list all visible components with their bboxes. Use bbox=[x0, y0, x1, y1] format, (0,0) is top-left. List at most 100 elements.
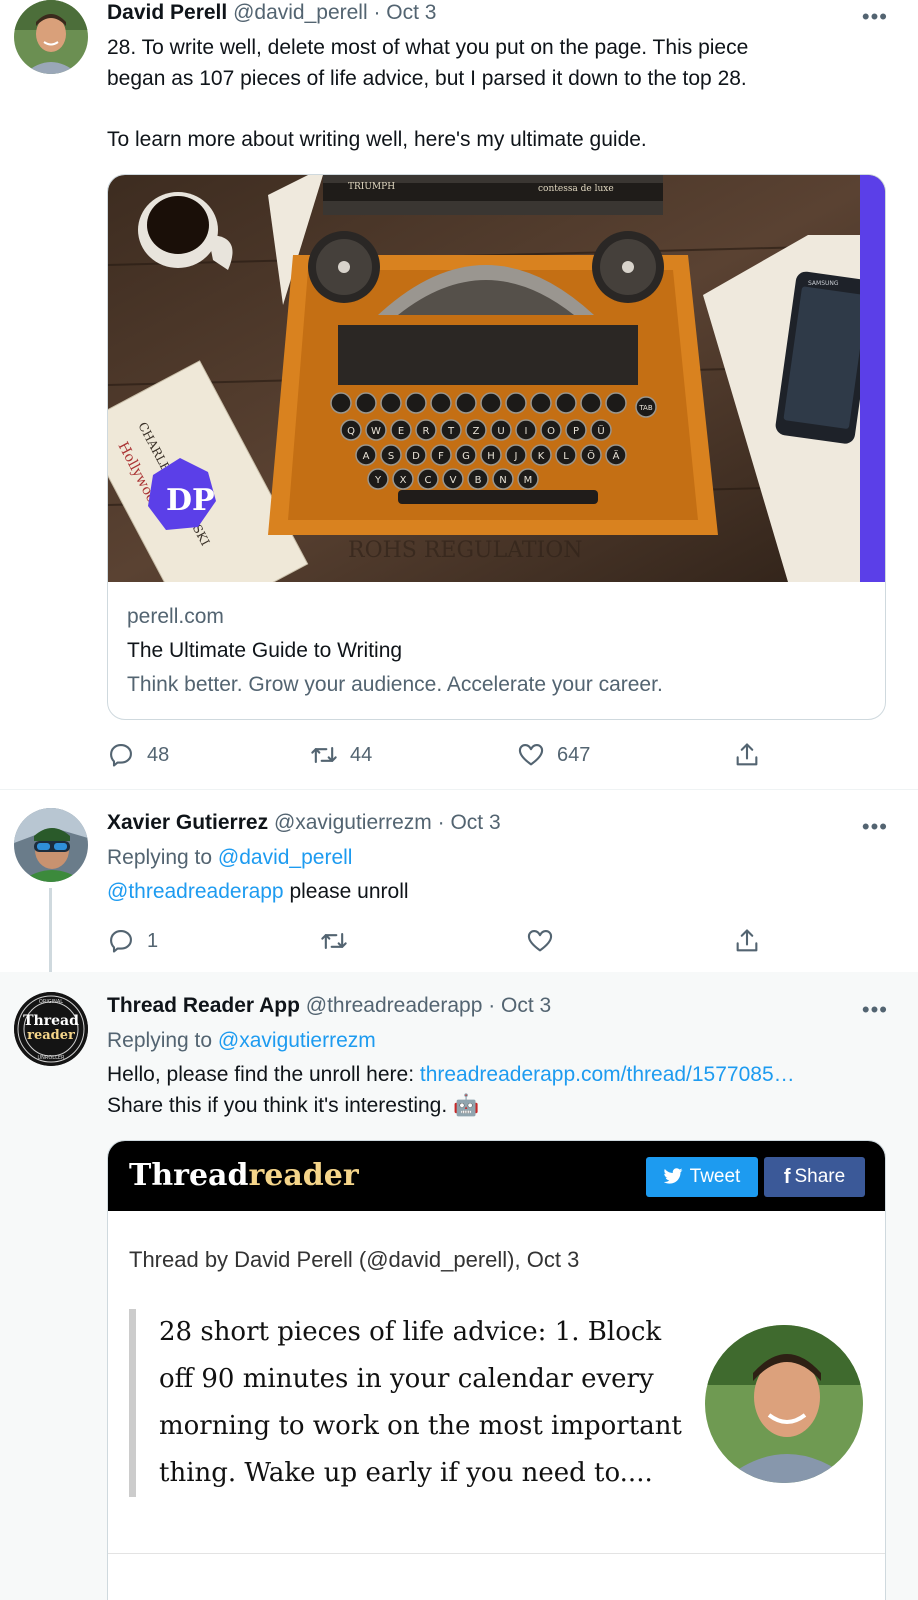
typewriter-key bbox=[580, 392, 602, 414]
tab-key-label: TAB bbox=[638, 404, 653, 412]
more-options-icon[interactable]: ••• bbox=[862, 997, 888, 1023]
share-button[interactable] bbox=[733, 924, 761, 958]
retweet-button[interactable] bbox=[320, 924, 348, 958]
reply-button[interactable]: 1 bbox=[107, 924, 158, 958]
typewriter-key-label: J bbox=[514, 451, 518, 462]
card-domain: perell.com bbox=[127, 605, 224, 628]
logo-reader: reader bbox=[248, 1158, 359, 1193]
more-options-icon[interactable]: ••• bbox=[862, 4, 888, 30]
quote-line-2: off 90 minutes in your calendar every bbox=[159, 1364, 654, 1394]
typewriter-key-label: K bbox=[538, 451, 545, 462]
mention-link[interactable]: @threadreaderapp bbox=[107, 880, 284, 903]
replying-to-handle[interactable]: @xavigutierrezm bbox=[218, 1029, 376, 1052]
facebook-share-button[interactable]: f Share bbox=[764, 1157, 865, 1197]
typewriter-key-label: F bbox=[438, 451, 444, 462]
typewriter-key bbox=[555, 392, 577, 414]
robot-emoji-icon: 🤖 bbox=[453, 1094, 480, 1117]
tweet-text-line-2: Share this if you think it's interesting… bbox=[107, 1090, 479, 1121]
retweet-button[interactable]: 44 bbox=[310, 738, 372, 772]
author-handle-date[interactable]: @xavigutierrezm · Oct 3 bbox=[274, 811, 501, 834]
typewriter-key-label: U bbox=[497, 426, 504, 437]
typewriter-key-label: H bbox=[487, 451, 495, 462]
typewriter-key bbox=[405, 392, 427, 414]
link-card[interactable]: CHARLES BUKOWSKI Hollywood DP TRIUMPH co… bbox=[107, 174, 886, 720]
reply-icon bbox=[110, 744, 132, 767]
thread-byline: Thread by David Perell (@david_perell), … bbox=[129, 1247, 580, 1272]
typewriter-key bbox=[480, 392, 502, 414]
author-name[interactable]: David Perell bbox=[107, 1, 227, 24]
reply-button[interactable]: 48 bbox=[107, 738, 169, 772]
typewriter-key-label: I bbox=[525, 426, 528, 437]
thread-reader-logo: Threadreader bbox=[129, 1158, 359, 1193]
avatar-text-1: Thread bbox=[23, 1013, 79, 1029]
reply-icon bbox=[110, 930, 132, 953]
typewriter-key-label: V bbox=[450, 475, 457, 486]
replying-to: Replying to @david_perell bbox=[107, 842, 352, 873]
typewriter-key-label: A bbox=[363, 451, 370, 462]
typewriter-key bbox=[330, 392, 352, 414]
author-handle-date[interactable]: @threadreaderapp · Oct 3 bbox=[306, 994, 551, 1017]
typewriter-key-label: T bbox=[447, 426, 455, 437]
typewriter-key-label: X bbox=[400, 475, 407, 486]
avatar-text-2: reader bbox=[27, 1028, 75, 1043]
author-name[interactable]: Thread Reader App bbox=[107, 994, 300, 1017]
typewriter-key-label: D bbox=[412, 451, 420, 462]
typewriter-key bbox=[455, 392, 477, 414]
unroll-link[interactable]: threadreaderapp.com/thread/1577085… bbox=[420, 1063, 795, 1086]
tweet-david-perell: David Perell @david_perell · Oct 3 ••• 2… bbox=[0, 0, 918, 790]
more-options-icon[interactable]: ••• bbox=[862, 814, 888, 840]
typewriter-key-label: Ö bbox=[587, 449, 595, 462]
share-button-label: Share bbox=[794, 1166, 846, 1187]
typewriter-key bbox=[355, 392, 377, 414]
typewriter-key-label: G bbox=[462, 451, 470, 462]
author-name[interactable]: Xavier Gutierrez bbox=[107, 811, 268, 834]
typewriter-key-label: E bbox=[398, 426, 404, 437]
typewriter-model: contessa de luxe bbox=[538, 184, 614, 194]
thread-author-photo bbox=[705, 1325, 863, 1483]
retweet-icon bbox=[321, 932, 347, 950]
quote-line-3: morning to work on the most important bbox=[159, 1411, 682, 1441]
avatar-david-perell[interactable] bbox=[14, 0, 88, 74]
typewriter-key-label: M bbox=[524, 475, 533, 486]
like-button[interactable]: 647 bbox=[517, 738, 590, 772]
typewriter-key-label: S bbox=[388, 451, 394, 462]
tweet-text-line-2: began as 107 pieces of life advice, but … bbox=[107, 67, 747, 90]
tweet-thread-reader-app: ORIGINAL Thread reader UNROLLER Thread R… bbox=[0, 972, 918, 1600]
typewriter-key bbox=[430, 392, 452, 414]
tweet-actions: 1 bbox=[107, 924, 767, 958]
typewriter-key-label: B bbox=[475, 475, 482, 486]
typewriter-key bbox=[530, 392, 552, 414]
tweet-header: Xavier Gutierrez @xavigutierrezm · Oct 3 bbox=[107, 811, 501, 835]
avatar-ring-bottom: UNROLLER bbox=[37, 1055, 65, 1061]
tweet-button-label: Tweet bbox=[689, 1166, 741, 1187]
thread-quote: 28 short pieces of life advice: 1. Block… bbox=[129, 1309, 689, 1497]
replying-to-label: Replying to bbox=[107, 1029, 213, 1052]
tweet-text-line-1: 28. To write well, delete most of what y… bbox=[107, 36, 749, 59]
like-button[interactable] bbox=[526, 924, 554, 958]
card-header-bar: Threadreader Tweet f Share bbox=[108, 1141, 885, 1211]
typewriter-key bbox=[505, 392, 527, 414]
typewriter-key-label: Q bbox=[347, 426, 355, 437]
retweet-count: 44 bbox=[350, 743, 373, 766]
desk-text: ROHS REGULATION bbox=[348, 538, 583, 563]
thread-reader-card[interactable]: Threadreader Tweet f Share Thread by Dav… bbox=[107, 1140, 886, 1600]
logo-thread: Thread bbox=[129, 1158, 249, 1193]
typewriter-key-label: Y bbox=[374, 475, 382, 486]
typewriter-key-label: Ü bbox=[597, 424, 604, 437]
typewriter-key bbox=[380, 392, 402, 414]
tweet-xavier-gutierrez: Xavier Gutierrez @xavigutierrezm · Oct 3… bbox=[0, 790, 918, 972]
avatar-xavier-gutierrez[interactable] bbox=[14, 808, 88, 882]
replying-to-label: Replying to bbox=[107, 846, 213, 869]
reply-count: 48 bbox=[147, 743, 170, 766]
typewriter-key-label: W bbox=[371, 426, 381, 437]
typewriter-key-label: L bbox=[563, 451, 569, 462]
retweet-icon bbox=[311, 746, 337, 764]
avatar-ring-top: ORIGINAL bbox=[39, 999, 63, 1005]
share-button[interactable] bbox=[733, 738, 761, 772]
avatar-thread-reader[interactable]: ORIGINAL Thread reader UNROLLER bbox=[14, 992, 88, 1066]
author-handle-date[interactable]: @david_perell · Oct 3 bbox=[233, 1, 436, 24]
typewriter-brand: TRIUMPH bbox=[348, 182, 395, 192]
tweet-body: please unroll bbox=[289, 880, 409, 903]
tweet-button[interactable]: Tweet bbox=[646, 1157, 758, 1197]
replying-to-handle[interactable]: @david_perell bbox=[218, 846, 353, 869]
